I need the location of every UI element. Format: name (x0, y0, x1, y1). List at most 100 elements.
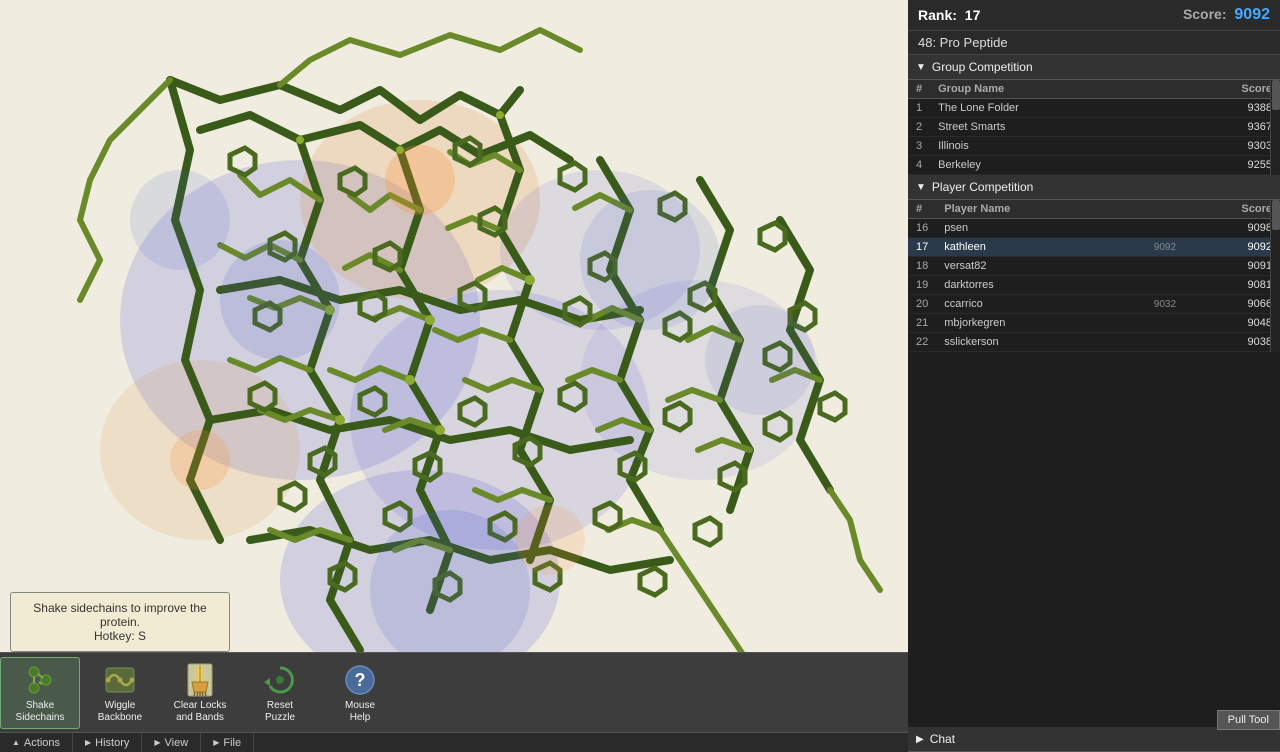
history-arrow: ▶ (85, 738, 91, 747)
group-score-cell: 9367 (1166, 118, 1280, 137)
player-competition-arrow: ▼ (916, 182, 926, 193)
player-rank-cell: 17 (908, 238, 936, 257)
wiggle-backbone-label: WiggleBackbone (98, 700, 142, 724)
player-table-row: 20 ccarrico 9032 9066 (908, 295, 1280, 314)
player-rank-cell: 16 (908, 219, 936, 238)
reset-puzzle-button[interactable]: ResetPuzzle (240, 657, 320, 729)
group-competition-table-wrapper: # Group Name Score 1 The Lone Folder 938… (908, 80, 1280, 175)
mouse-help-icon: ? (342, 662, 378, 698)
group-scrollbar-thumb[interactable] (1272, 80, 1280, 110)
player-score-cell: 9092 (1184, 238, 1280, 257)
player-myscore-cell (1105, 257, 1184, 276)
group-name-cell: Illinois (930, 137, 1166, 156)
player-score-cell: 9066 (1184, 295, 1280, 314)
player-rank-cell: 21 (908, 314, 936, 333)
player-table-row: 18 versat82 9091 (908, 257, 1280, 276)
shake-sidechains-icon (22, 662, 58, 698)
chat-header[interactable]: ▶ Chat (908, 727, 1280, 752)
menu-bar: ▲ Actions ▶ History ▶ View ▶ File (0, 732, 908, 752)
right-panel: Rank: 17 Score: 9092 48: Pro Peptide ▼ G… (908, 0, 1280, 752)
group-rank-cell: 1 (908, 99, 930, 118)
player-name-cell: darktorres (936, 276, 1105, 295)
player-table-scrollbar[interactable] (1270, 200, 1280, 352)
pull-tool-button[interactable]: Pull Tool (1217, 710, 1280, 730)
player-score-cell: 9091 (1184, 257, 1280, 276)
player-rank-cell: 19 (908, 276, 936, 295)
group-table-scrollbar[interactable] (1270, 80, 1280, 175)
player-myscore-col-header (1105, 200, 1184, 219)
group-rank-cell: 3 (908, 137, 930, 156)
group-score-cell: 9388 (1166, 99, 1280, 118)
shake-sidechains-label: ShakeSidechains (16, 700, 65, 724)
group-rank-cell: 2 (908, 118, 930, 137)
player-score-cell: 9038 (1184, 333, 1280, 352)
group-rank-cell: 4 (908, 156, 930, 175)
player-score-cell: 9048 (1184, 314, 1280, 333)
wiggle-backbone-button[interactable]: WiggleBackbone (80, 657, 160, 729)
player-rank-cell: 20 (908, 295, 936, 314)
group-competition-table: # Group Name Score 1 The Lone Folder 938… (908, 80, 1280, 175)
clear-locks-button[interactable]: Clear Locksand Bands (160, 657, 240, 729)
actions-arrow: ▲ (12, 738, 20, 747)
player-myscore-cell (1105, 219, 1184, 238)
player-name-cell: mbjorkegren (936, 314, 1105, 333)
player-competition-header[interactable]: ▼ Player Competition (908, 175, 1280, 200)
player-rank-col-header: # (908, 200, 936, 219)
player-scrollbar-thumb[interactable] (1272, 200, 1280, 230)
player-table-row: 17 kathleen 9092 9092 (908, 238, 1280, 257)
player-score-col-header: Score (1184, 200, 1280, 219)
mouse-help-button[interactable]: ? MouseHelp (320, 657, 400, 729)
clear-locks-label: Clear Locksand Bands (174, 700, 227, 724)
group-name-col-header: Group Name (930, 80, 1166, 99)
player-score-cell: 9098 (1184, 219, 1280, 238)
group-score-cell: 9303 (1166, 137, 1280, 156)
reset-puzzle-label: ResetPuzzle (265, 700, 295, 724)
player-myscore-cell: 9092 (1105, 238, 1184, 257)
group-name-cell: Street Smarts (930, 118, 1166, 137)
player-rank-cell: 18 (908, 257, 936, 276)
chat-arrow: ▶ (916, 734, 924, 745)
svg-text:?: ? (355, 670, 366, 690)
rank-display: Rank: 17 (918, 7, 980, 23)
player-table-row: 19 darktorres 9081 (908, 276, 1280, 295)
file-arrow: ▶ (213, 738, 219, 747)
group-table-row: 1 The Lone Folder 9388 (908, 99, 1280, 118)
shake-sidechains-button[interactable]: ShakeSidechains (0, 657, 80, 729)
player-rank-cell: 22 (908, 333, 936, 352)
mouse-help-label: MouseHelp (345, 700, 375, 724)
score-display: Score: 9092 (1183, 6, 1270, 24)
player-table-row: 22 sslickerson 9038 (908, 333, 1280, 352)
group-competition-arrow: ▼ (916, 62, 926, 73)
player-myscore-cell (1105, 314, 1184, 333)
file-menu[interactable]: ▶ File (201, 733, 254, 752)
player-name-cell: sslickerson (936, 333, 1105, 352)
group-name-cell: Berkeley (930, 156, 1166, 175)
player-competition-table-wrapper: # Player Name Score 16 psen 9098 17 kath… (908, 200, 1280, 352)
group-competition-header[interactable]: ▼ Group Competition (908, 55, 1280, 80)
player-myscore-cell (1105, 333, 1184, 352)
player-myscore-cell: 9032 (1105, 295, 1184, 314)
group-score-col-header: Score (1166, 80, 1280, 99)
group-score-cell: 9255 (1166, 156, 1280, 175)
player-score-cell: 9081 (1184, 276, 1280, 295)
wiggle-backbone-icon (102, 662, 138, 698)
player-competition-table: # Player Name Score 16 psen 9098 17 kath… (908, 200, 1280, 352)
player-table-row: 16 psen 9098 (908, 219, 1280, 238)
history-menu[interactable]: ▶ History (73, 733, 142, 752)
player-name-col-header: Player Name (936, 200, 1105, 219)
score-header: Rank: 17 Score: 9092 (908, 0, 1280, 31)
player-name-cell: versat82 (936, 257, 1105, 276)
chat-section: ▶ Chat (908, 727, 1280, 752)
group-table-row: 3 Illinois 9303 (908, 137, 1280, 156)
toolbar-area: ShakeSidechains WiggleBackbone (0, 652, 908, 732)
reset-puzzle-icon (262, 662, 298, 698)
group-table-row: 2 Street Smarts 9367 (908, 118, 1280, 137)
view-menu[interactable]: ▶ View (142, 733, 201, 752)
group-rank-col-header: # (908, 80, 930, 99)
actions-menu[interactable]: ▲ Actions (0, 733, 73, 752)
tooltip: Shake sidechains to improve the protein.… (10, 592, 230, 652)
group-name-cell: The Lone Folder (930, 99, 1166, 118)
player-name-cell: ccarrico (936, 295, 1105, 314)
player-table-row: 21 mbjorkegren 9048 (908, 314, 1280, 333)
clear-locks-icon (182, 662, 218, 698)
